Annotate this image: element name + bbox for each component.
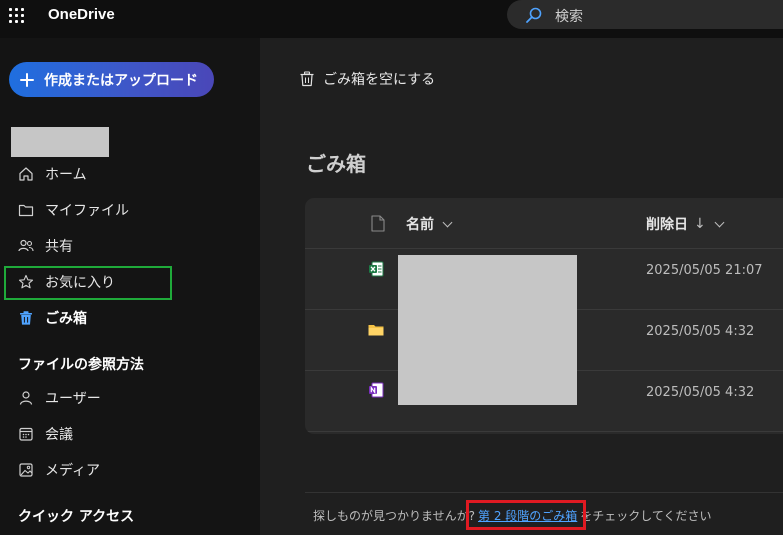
account-name-redacted xyxy=(11,127,109,157)
sidebar-item-label: ごみ箱 xyxy=(45,311,87,327)
empty-recycle-bin-label: ごみ箱を空にする xyxy=(323,72,436,88)
sort-arrow-icon: ↓ xyxy=(694,216,706,232)
sidebar-item-label: ユーザー xyxy=(45,391,101,407)
chevron-down-icon xyxy=(442,217,453,227)
trash-outline-icon xyxy=(300,71,314,87)
create-upload-label: 作成またはアップロード xyxy=(44,72,198,89)
sidebar-item-people[interactable]: ユーザー xyxy=(18,386,101,410)
plus-icon xyxy=(19,72,35,88)
search-box[interactable]: 検索 xyxy=(507,0,783,29)
image-icon xyxy=(19,463,33,477)
sidebar-item-label: 会議 xyxy=(45,427,73,443)
onenote-icon xyxy=(369,382,384,398)
file-names-redacted xyxy=(398,255,577,405)
sidebar-item-label: ホーム xyxy=(45,167,87,183)
home-icon xyxy=(19,167,33,181)
highlight-box-recycle-bin xyxy=(4,266,172,300)
column-header-date-label: 削除日 xyxy=(646,217,688,233)
sidebar-item-label: マイファイル xyxy=(45,203,129,219)
people-icon xyxy=(18,239,34,252)
column-header-deleted-date[interactable]: 削除日 ↓ xyxy=(646,214,725,234)
search-placeholder[interactable]: 検索 xyxy=(555,6,583,26)
page-title: ごみ箱 xyxy=(306,152,366,176)
sidebar-item-media[interactable]: メディア xyxy=(18,458,100,482)
folder-icon xyxy=(18,204,34,217)
empty-recycle-bin-button[interactable]: ごみ箱を空にする xyxy=(299,69,435,89)
search-icon xyxy=(526,7,542,23)
trash-icon xyxy=(20,311,32,325)
footer-text-after: をチェックしてください xyxy=(580,509,712,523)
sidebar-item-home[interactable]: ホーム xyxy=(18,162,87,186)
footer-text-before: 探しものが見つかりませんか? xyxy=(313,509,476,523)
sidebar-item-recycle-bin[interactable]: ごみ箱 xyxy=(18,306,87,330)
highlight-box-second-stage-link xyxy=(466,500,586,530)
deleted-date: 2025/05/05 21:07 xyxy=(646,263,763,278)
sidebar-item-my-files[interactable]: マイファイル xyxy=(18,198,129,222)
list-header: 名前 削除日 ↓ xyxy=(305,198,783,249)
deleted-date: 2025/05/05 4:32 xyxy=(646,385,755,400)
create-upload-button[interactable]: 作成またはアップロード xyxy=(9,62,214,97)
app-launcher-icon[interactable] xyxy=(9,8,25,24)
top-bar: OneDrive 検索 xyxy=(0,0,783,38)
sidebar-item-label: 共有 xyxy=(45,239,73,255)
chevron-down-icon xyxy=(714,217,725,227)
column-header-name-label: 名前 xyxy=(406,217,434,233)
section-title-quick-access: クイック アクセス xyxy=(18,509,135,525)
app-name[interactable]: OneDrive xyxy=(48,5,115,25)
file-type-header-icon[interactable] xyxy=(371,215,385,232)
section-title-browse: ファイルの参照方法 xyxy=(18,357,144,373)
sidebar-item-label: メディア xyxy=(45,463,101,479)
column-header-name[interactable]: 名前 xyxy=(406,214,453,234)
excel-icon xyxy=(369,261,384,277)
folder-icon xyxy=(368,325,384,336)
person-icon xyxy=(19,391,33,405)
calendar-icon xyxy=(19,427,33,441)
deleted-date: 2025/05/05 4:32 xyxy=(646,324,755,339)
sidebar-item-meetings[interactable]: 会議 xyxy=(18,422,73,446)
sidebar-item-shared[interactable]: 共有 xyxy=(18,234,73,258)
